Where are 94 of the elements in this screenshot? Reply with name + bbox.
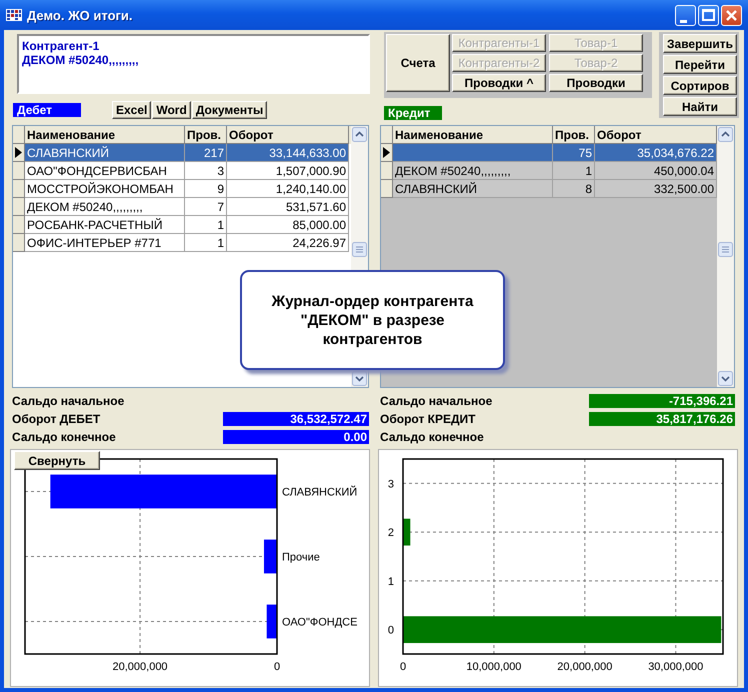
grid-icon	[6, 8, 22, 22]
summary-value: 36,532,572.47	[223, 412, 369, 426]
category-label: 3	[388, 478, 394, 490]
scroll-thumb[interactable]	[718, 242, 733, 257]
window-title: Демо. ЖО итоги.	[27, 8, 134, 22]
category-label: 1	[388, 576, 394, 588]
column-header[interactable]: Оборот	[227, 126, 349, 144]
table-cell: 35,034,676.22	[595, 144, 717, 162]
category-label: Прочие	[282, 552, 320, 564]
action-button[interactable]: Перейти	[663, 55, 737, 74]
table-row[interactable]: СЛАВЯНСКИЙ 8 332,500.00	[381, 180, 717, 198]
callout-text: Журнал-ордер контрагента "ДЕКОМ" в разрезе контрагентов	[272, 292, 474, 348]
table-cell: 450,000.04	[595, 162, 717, 180]
info-field[interactable]: Контрагент-1 ДЕКОМ #50240,,,,,,,,,	[17, 34, 370, 94]
table-cell: СЛАВЯНСКИЙ	[25, 144, 185, 162]
column-header[interactable]: Пров.	[185, 126, 227, 144]
action-button[interactable]: Сортиров	[663, 76, 737, 95]
table-cell: 85,000.00	[227, 216, 349, 234]
row-pointer-icon	[15, 147, 22, 158]
nav-button[interactable]: Проводки ^	[452, 74, 546, 92]
table-cell: ОФИС-ИНТЕРЬЕР #771	[25, 234, 185, 252]
axis-label: 20,000,000	[112, 661, 168, 673]
scroll-up-icon[interactable]	[352, 127, 367, 142]
summary-label: Оборот ДЕБЕТ	[12, 412, 100, 426]
table-row[interactable]: ОФИС-ИНТЕРЬЕР #771 1 24,226.97	[13, 234, 351, 252]
table-cell: ДЕКОМ #50240,,,,,,,,,	[393, 162, 553, 180]
table-cell: 75	[553, 144, 595, 162]
table-cell: 33,144,633.00	[227, 144, 349, 162]
table-row[interactable]: ДЕКОМ #50240,,,,,,,,, 1 450,000.04	[381, 162, 717, 180]
table-cell: СЛАВЯНСКИЙ	[393, 180, 553, 198]
collapse-button[interactable]: Свернуть	[14, 451, 100, 470]
table-row[interactable]: СЛАВЯНСКИЙ 217 33,144,633.00	[13, 144, 351, 162]
table-cell: 332,500.00	[595, 180, 717, 198]
table-cell: 1	[553, 162, 595, 180]
action-button[interactable]: Найти	[663, 97, 737, 116]
category-label: 0	[388, 624, 394, 637]
summary-value: -715,396.21	[589, 394, 735, 408]
summary-label: Сальдо начальное	[380, 394, 492, 408]
accounts-button[interactable]: Счета	[386, 34, 450, 92]
axis-label: 30,000,000	[648, 661, 704, 673]
minimize-icon	[680, 20, 687, 22]
scrollbar[interactable]	[717, 126, 734, 387]
table-cell: ДЕКОМ #50240,,,,,,,,,	[25, 198, 185, 216]
table-cell: 9	[185, 180, 227, 198]
export-button[interactable]: Документы	[192, 101, 268, 119]
table-cell: 1,507,000.90	[227, 162, 349, 180]
table-cell: 531,571.60	[227, 198, 349, 216]
export-button[interactable]: Excel	[112, 101, 152, 119]
summary-label: Сальдо конечное	[380, 430, 484, 444]
debit-label: Дебет	[13, 103, 81, 117]
summary-label: Оборот КРЕДИТ	[380, 412, 476, 426]
table-cell: 8	[553, 180, 595, 198]
table-row[interactable]: МОССТРОЙЭКОНОМБАН 9 1,240,140.00	[13, 180, 351, 198]
table-cell: 7	[185, 198, 227, 216]
export-button[interactable]: Word	[152, 101, 191, 119]
column-header[interactable]: Наименование	[25, 126, 185, 144]
scroll-thumb[interactable]	[352, 242, 367, 257]
table-cell: 1,240,140.00	[227, 180, 349, 198]
axis-label: 0	[400, 661, 406, 673]
summary-label: Сальдо конечное	[12, 430, 116, 444]
table-cell: 1	[185, 234, 227, 252]
table-cell: ОАО"ФОНДСЕРВИСБАН	[25, 162, 185, 180]
table-row[interactable]: 75 35,034,676.22	[381, 144, 717, 162]
table-row[interactable]: РОСБАНК-РАСЧЕТНЫЙ 1 85,000.00	[13, 216, 351, 234]
column-header[interactable]: Пров.	[553, 126, 595, 144]
close-button[interactable]	[721, 4, 742, 26]
minimize-button[interactable]	[675, 4, 696, 26]
scroll-up-icon[interactable]	[718, 127, 733, 142]
row-pointer-icon	[383, 147, 390, 158]
table-cell: 24,226.97	[227, 234, 349, 252]
category-label: ОАО"ФОНДСЕ	[282, 616, 358, 628]
credit-label: Кредит	[384, 106, 442, 120]
table-cell: 1	[185, 216, 227, 234]
scroll-down-icon[interactable]	[352, 371, 367, 386]
table-cell: МОССТРОЙЭКОНОМБАН	[25, 180, 185, 198]
summary-value: 0.00	[223, 430, 369, 444]
summary-label: Сальдо начальное	[12, 394, 124, 408]
category-label: 2	[388, 527, 394, 540]
column-header[interactable]: Наименование	[393, 126, 553, 144]
scroll-down-icon[interactable]	[718, 371, 733, 386]
column-header[interactable]: Оборот	[595, 126, 717, 144]
nav-button[interactable]: Проводки	[549, 74, 643, 92]
table-row[interactable]: ДЕКОМ #50240,,,,,,,,, 7 531,571.60	[13, 198, 351, 216]
axis-label: 20,000,000	[557, 661, 612, 673]
table-row[interactable]: ОАО"ФОНДСЕРВИСБАН 3 1,507,000.90	[13, 162, 351, 180]
maximize-button[interactable]	[698, 4, 719, 26]
axis-label: 0	[274, 661, 280, 673]
category-label: СЛАВЯНСКИЙ	[282, 486, 358, 498]
table-cell: 217	[185, 144, 227, 162]
table-cell: 3	[185, 162, 227, 180]
summary-value: 35,817,176.26	[589, 412, 735, 426]
axis-label: 10,000,000	[466, 661, 522, 673]
action-button[interactable]: Завершить	[663, 34, 737, 53]
table-cell: РОСБАНК-РАСЧЕТНЫЙ	[25, 216, 185, 234]
